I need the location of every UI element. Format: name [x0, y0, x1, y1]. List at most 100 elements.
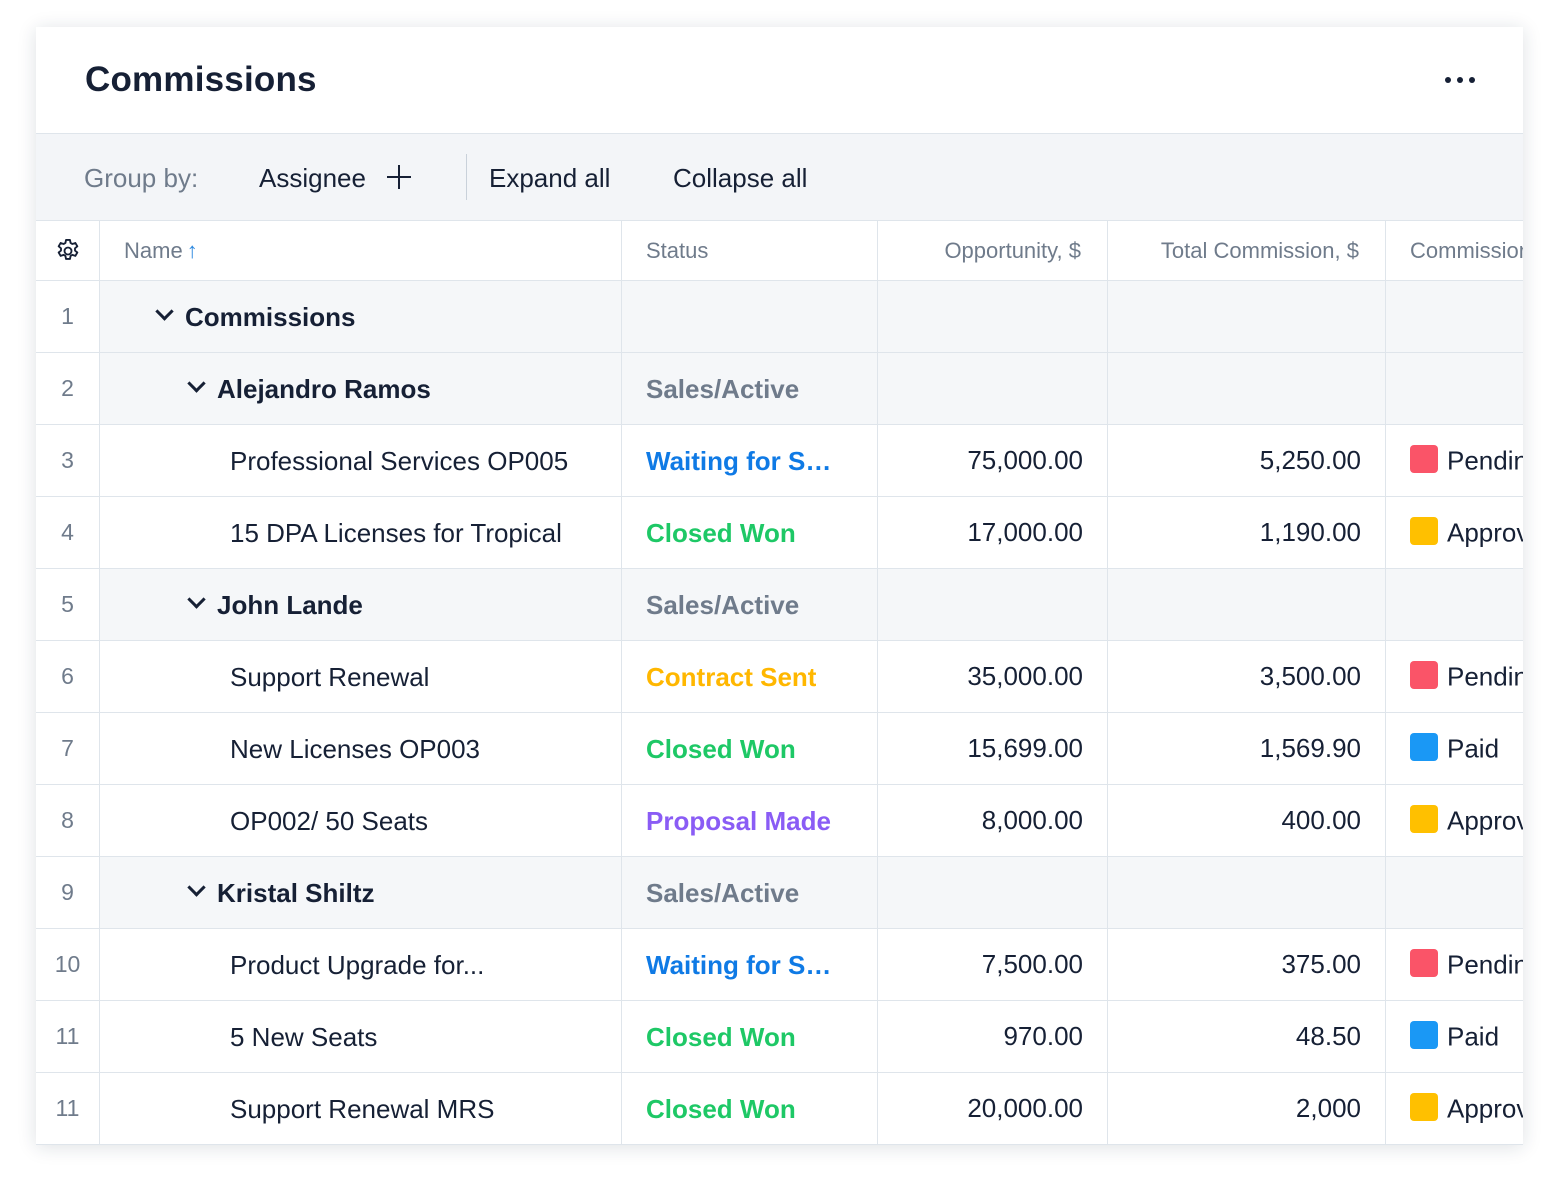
commission-status-cell [1385, 280, 1523, 353]
row-number: 3 [36, 424, 100, 497]
total-commission-cell[interactable]: 1,569.90 [1107, 712, 1386, 785]
status-label: Closed Won [646, 733, 796, 764]
commission-status-label: Approved [1447, 805, 1523, 836]
total-commission-cell[interactable]: 375.00 [1107, 928, 1386, 1001]
status-cell[interactable]: Waiting for Signature [621, 424, 878, 497]
column-header-total-commission[interactable]: Total Commission, $ [1107, 221, 1386, 281]
group-status-label: Sales/Active [646, 877, 800, 908]
total-commission-cell[interactable]: 5,250.00 [1107, 424, 1386, 497]
total-commission-cell[interactable]: 400.00 [1107, 784, 1386, 857]
group-name-cell: Commissions [99, 280, 622, 353]
total-commission-cell[interactable]: 3,500.00 [1107, 640, 1386, 713]
table-row[interactable]: 8 OP002/ 50 Seats Proposal Made 8,000.00 400… [36, 784, 1523, 857]
group-by-label: Group by: [84, 163, 199, 193]
opportunity-cell[interactable]: 970.00 [877, 1000, 1108, 1073]
commission-status-label: Approved [1447, 1093, 1523, 1124]
chevron-down-icon[interactable] [187, 374, 206, 393]
more-options-icon[interactable] [1445, 65, 1475, 95]
table-row[interactable]: 7 New Licenses OP003 Closed Won 15,699.00 1,… [36, 712, 1523, 785]
status-cell[interactable]: Closed Won [621, 1072, 878, 1145]
name-cell[interactable]: 15 DPA Licenses for Tropical [99, 496, 622, 569]
expand-all-button[interactable]: Expand all [489, 161, 610, 195]
status-color-swatch [1410, 949, 1438, 978]
table-row[interactable]: 6 Support Renewal Contract Sent 35,000.00 3,… [36, 640, 1523, 713]
name-cell[interactable]: Professional Services OP005 [99, 424, 622, 497]
plus-icon[interactable] [386, 160, 412, 194]
table-row[interactable]: 3 Professional Services OP005 Waiting for … [36, 424, 1523, 497]
name-cell[interactable]: New Licenses OP003 [99, 712, 622, 785]
group-by-assignee[interactable]: Assignee [259, 161, 366, 195]
column-header-opportunity[interactable]: Opportunity, $ [877, 221, 1108, 281]
status-cell[interactable]: Closed Won [621, 496, 878, 569]
row-number: 1 [36, 280, 100, 353]
status-cell[interactable]: Contract Sent [621, 640, 878, 713]
status-cell[interactable]: Proposal Made [621, 784, 878, 857]
chevron-down-icon[interactable] [155, 302, 174, 321]
name-cell[interactable]: Product Upgrade for... [99, 928, 622, 1001]
gear-icon[interactable] [54, 237, 82, 265]
table-row[interactable]: 10 Product Upgrade for... Waiting for Sign… [36, 928, 1523, 1001]
name-cell[interactable]: Support Renewal [99, 640, 622, 713]
row-name: Support Renewal [230, 661, 430, 692]
opportunity-cell[interactable]: 75,000.00 [877, 424, 1108, 497]
collapse-all-button[interactable]: Collapse all [673, 161, 807, 195]
name-cell[interactable]: OP002/ 50 Seats [99, 784, 622, 857]
opportunity-cell[interactable]: 20,000.00 [877, 1072, 1108, 1145]
group-row[interactable]: 5 John Lande Sales/Active [36, 568, 1523, 641]
commission-status-label: Pending [1447, 949, 1523, 980]
commission-status-cell[interactable]: Paid [1385, 1000, 1523, 1073]
status-color-swatch [1410, 1021, 1438, 1050]
commission-status-label: Pending [1447, 661, 1523, 692]
commission-status-cell[interactable]: Pending [1385, 424, 1523, 497]
status-cell[interactable]: Closed Won [621, 1000, 878, 1073]
opportunity-cell[interactable]: 17,000.00 [877, 496, 1108, 569]
table-row[interactable]: 11 5 New Seats Closed Won 970.00 48.50 Paid [36, 1000, 1523, 1073]
group-name-cell: John Lande [99, 568, 622, 641]
group-row[interactable]: 1 Commissions [36, 280, 1523, 353]
group-row[interactable]: 2 Alejandro Ramos Sales/Active [36, 352, 1523, 425]
row-number: 6 [36, 640, 100, 713]
commission-status-cell[interactable]: Paid [1385, 712, 1523, 785]
opportunity-cell[interactable]: 7,500.00 [877, 928, 1108, 1001]
arrow-up-icon[interactable]: ↑ [187, 238, 198, 263]
table-row[interactable]: 4 15 DPA Licenses for Tropical Closed Won 1… [36, 496, 1523, 569]
opportunity-cell [877, 856, 1108, 929]
commission-status-cell[interactable]: Approved [1385, 784, 1523, 857]
chevron-down-icon[interactable] [187, 878, 206, 897]
group-status-label: Sales/Active [646, 589, 800, 620]
commission-status-label: Approved [1447, 517, 1523, 548]
name-cell[interactable]: Support Renewal MRS [99, 1072, 622, 1145]
opportunity-cell[interactable]: 15,699.00 [877, 712, 1108, 785]
table-row[interactable]: 11 Support Renewal MRS Closed Won 20,000.00… [36, 1072, 1523, 1145]
group-status-label: Sales/Active [646, 373, 800, 404]
row-name: OP002/ 50 Seats [230, 805, 429, 836]
page-title: Commissions [85, 60, 317, 99]
commission-status-cell[interactable]: Approved [1385, 496, 1523, 569]
column-header-commission-status[interactable]: Commission Status [1385, 221, 1523, 281]
commission-status-cell[interactable]: Pending [1385, 928, 1523, 1001]
status-cell[interactable]: Waiting for Signature [621, 928, 878, 1001]
total-commission-cell[interactable]: 1,190.00 [1107, 496, 1386, 569]
commission-status-label: Paid [1447, 733, 1500, 764]
group-row[interactable]: 9 Kristal Shiltz Sales/Active [36, 856, 1523, 929]
row-number: 11 [36, 1000, 100, 1073]
total-commission-cell[interactable]: 2,000 [1107, 1072, 1386, 1145]
name-cell[interactable]: 5 New Seats [99, 1000, 622, 1073]
column-header-name[interactable]: Name ↑ [99, 221, 622, 281]
opportunity-cell[interactable]: 35,000.00 [877, 640, 1108, 713]
column-header-status[interactable]: Status [621, 221, 878, 281]
status-color-swatch [1410, 733, 1438, 762]
status-label: Waiting for Signature [646, 445, 836, 476]
settings-column-header[interactable] [36, 221, 100, 281]
total-commission-cell [1107, 568, 1386, 641]
total-commission-cell[interactable]: 48.50 [1107, 1000, 1386, 1073]
row-name: 5 New Seats [230, 1021, 378, 1052]
row-number: 5 [36, 568, 100, 641]
table-body: 1 Commissions 2 Alejandro Ramos Sales/Active… [36, 280, 1523, 1145]
commission-status-cell[interactable]: Approved [1385, 1072, 1523, 1145]
commission-status-cell[interactable]: Pending [1385, 640, 1523, 713]
chevron-down-icon[interactable] [187, 590, 206, 609]
commission-status-cell [1385, 352, 1523, 425]
status-cell[interactable]: Closed Won [621, 712, 878, 785]
opportunity-cell[interactable]: 8,000.00 [877, 784, 1108, 857]
